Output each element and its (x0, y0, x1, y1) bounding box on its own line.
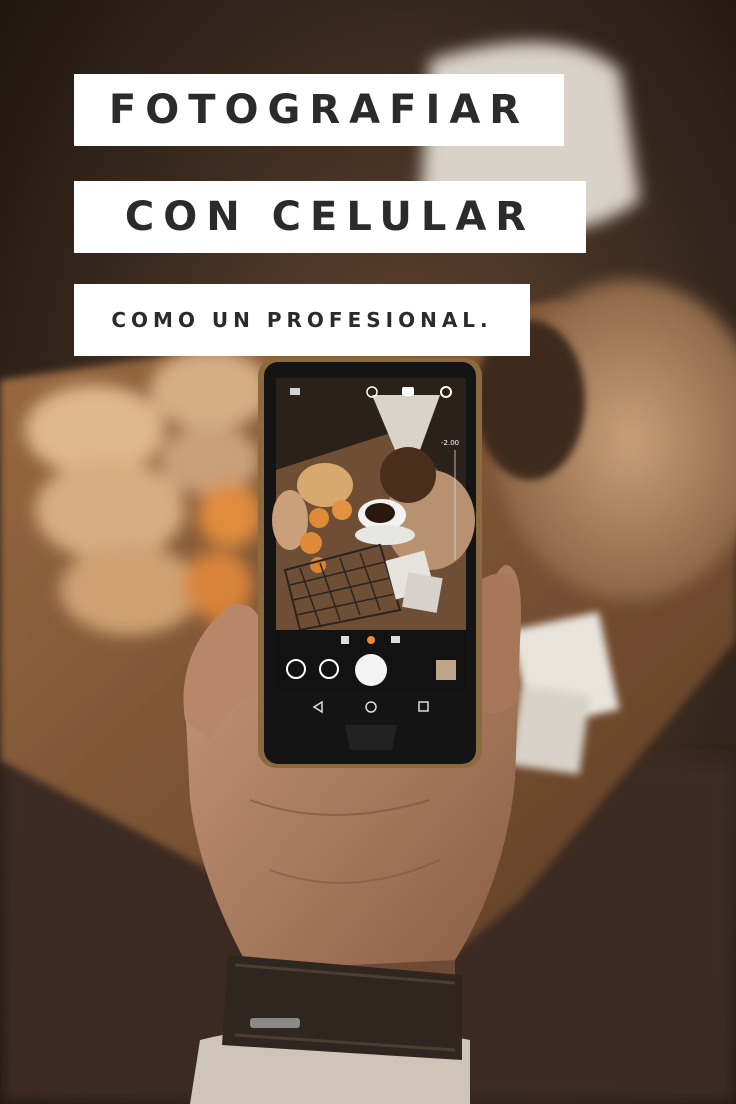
title-line-2: CON CELULAR (74, 181, 586, 253)
smartphone: -2.00 (258, 358, 482, 768)
subtitle-banner: COMO UN PROFESIONAL. (74, 284, 530, 356)
title-line-1: FOTOGRAFIAR (74, 74, 564, 146)
camera-icon (402, 387, 414, 396)
background-photo: -2.00 (0, 0, 736, 1104)
shutter-button-icon (355, 654, 387, 686)
photo-scene: -2.00 (0, 0, 736, 1104)
svg-text:-2.00: -2.00 (441, 439, 459, 447)
